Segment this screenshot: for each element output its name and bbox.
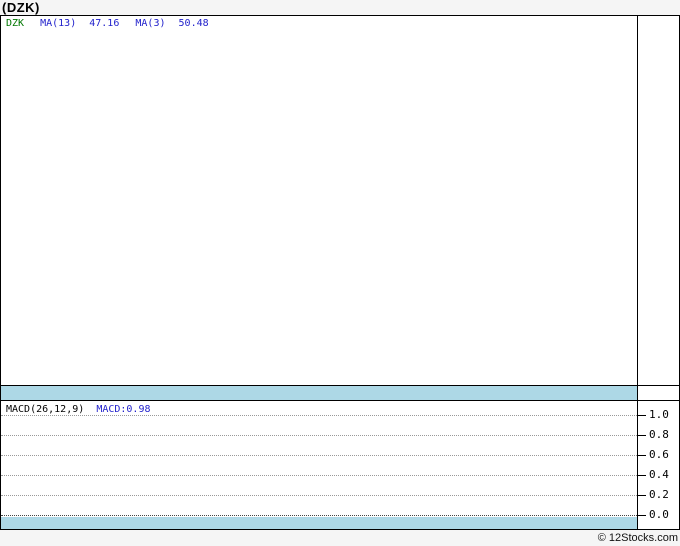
axis-tick — [638, 435, 646, 436]
ma13-value: 47.16 — [89, 18, 120, 29]
price-chart-panel: DZK MA(13) 47.16 MA(3) 50.48 — [0, 15, 680, 386]
ma3-label: MA(3) — [135, 18, 166, 29]
price-chart-legend: DZK MA(13) 47.16 MA(3) 50.48 — [6, 18, 209, 30]
macd-gridline — [1, 435, 637, 436]
macd-y-axis-line — [637, 401, 638, 529]
ma13-label: MA(13) — [40, 18, 77, 29]
page-title: (DZK) — [2, 0, 40, 15]
axis-tick — [638, 495, 646, 496]
axis-tick-label: 0.0 — [649, 508, 669, 521]
macd-gridline — [1, 475, 637, 476]
ma3-value: 50.48 — [178, 18, 209, 29]
axis-tick-label: 0.6 — [649, 448, 669, 461]
macd-zero-gridline — [1, 515, 637, 516]
symbol-label: DZK — [6, 18, 25, 29]
date-axis-band-fill — [1, 386, 637, 400]
macd-params-label: MACD(26,12,9) — [6, 404, 85, 415]
macd-gridline — [1, 455, 637, 456]
axis-tick-label: 0.2 — [649, 488, 669, 501]
axis-tick-label: 1.0 — [649, 408, 669, 421]
date-axis-band-right-gap — [638, 386, 679, 400]
axis-tick — [638, 475, 646, 476]
macd-value: MACD:0.98 — [96, 404, 151, 415]
axis-tick-label: 0.4 — [649, 468, 669, 481]
stock-chart-page: (DZK) DZK MA(13) 47.16 MA(3) 50.48 MACD(… — [0, 0, 680, 546]
axis-tick — [638, 515, 646, 516]
axis-tick — [638, 415, 646, 416]
macd-legend: MACD(26,12,9) MACD:0.98 — [6, 404, 151, 416]
macd-date-axis-band — [1, 517, 637, 529]
axis-tick-label: 0.8 — [649, 428, 669, 441]
axis-tick — [638, 455, 646, 456]
macd-gridline — [1, 495, 637, 496]
macd-panel: MACD(26,12,9) MACD:0.98 1.0 0.8 0.6 0.4 … — [0, 400, 680, 530]
copyright-label: © 12Stocks.com — [597, 532, 678, 544]
date-axis-band — [0, 386, 680, 400]
price-y-axis-line — [637, 16, 638, 385]
